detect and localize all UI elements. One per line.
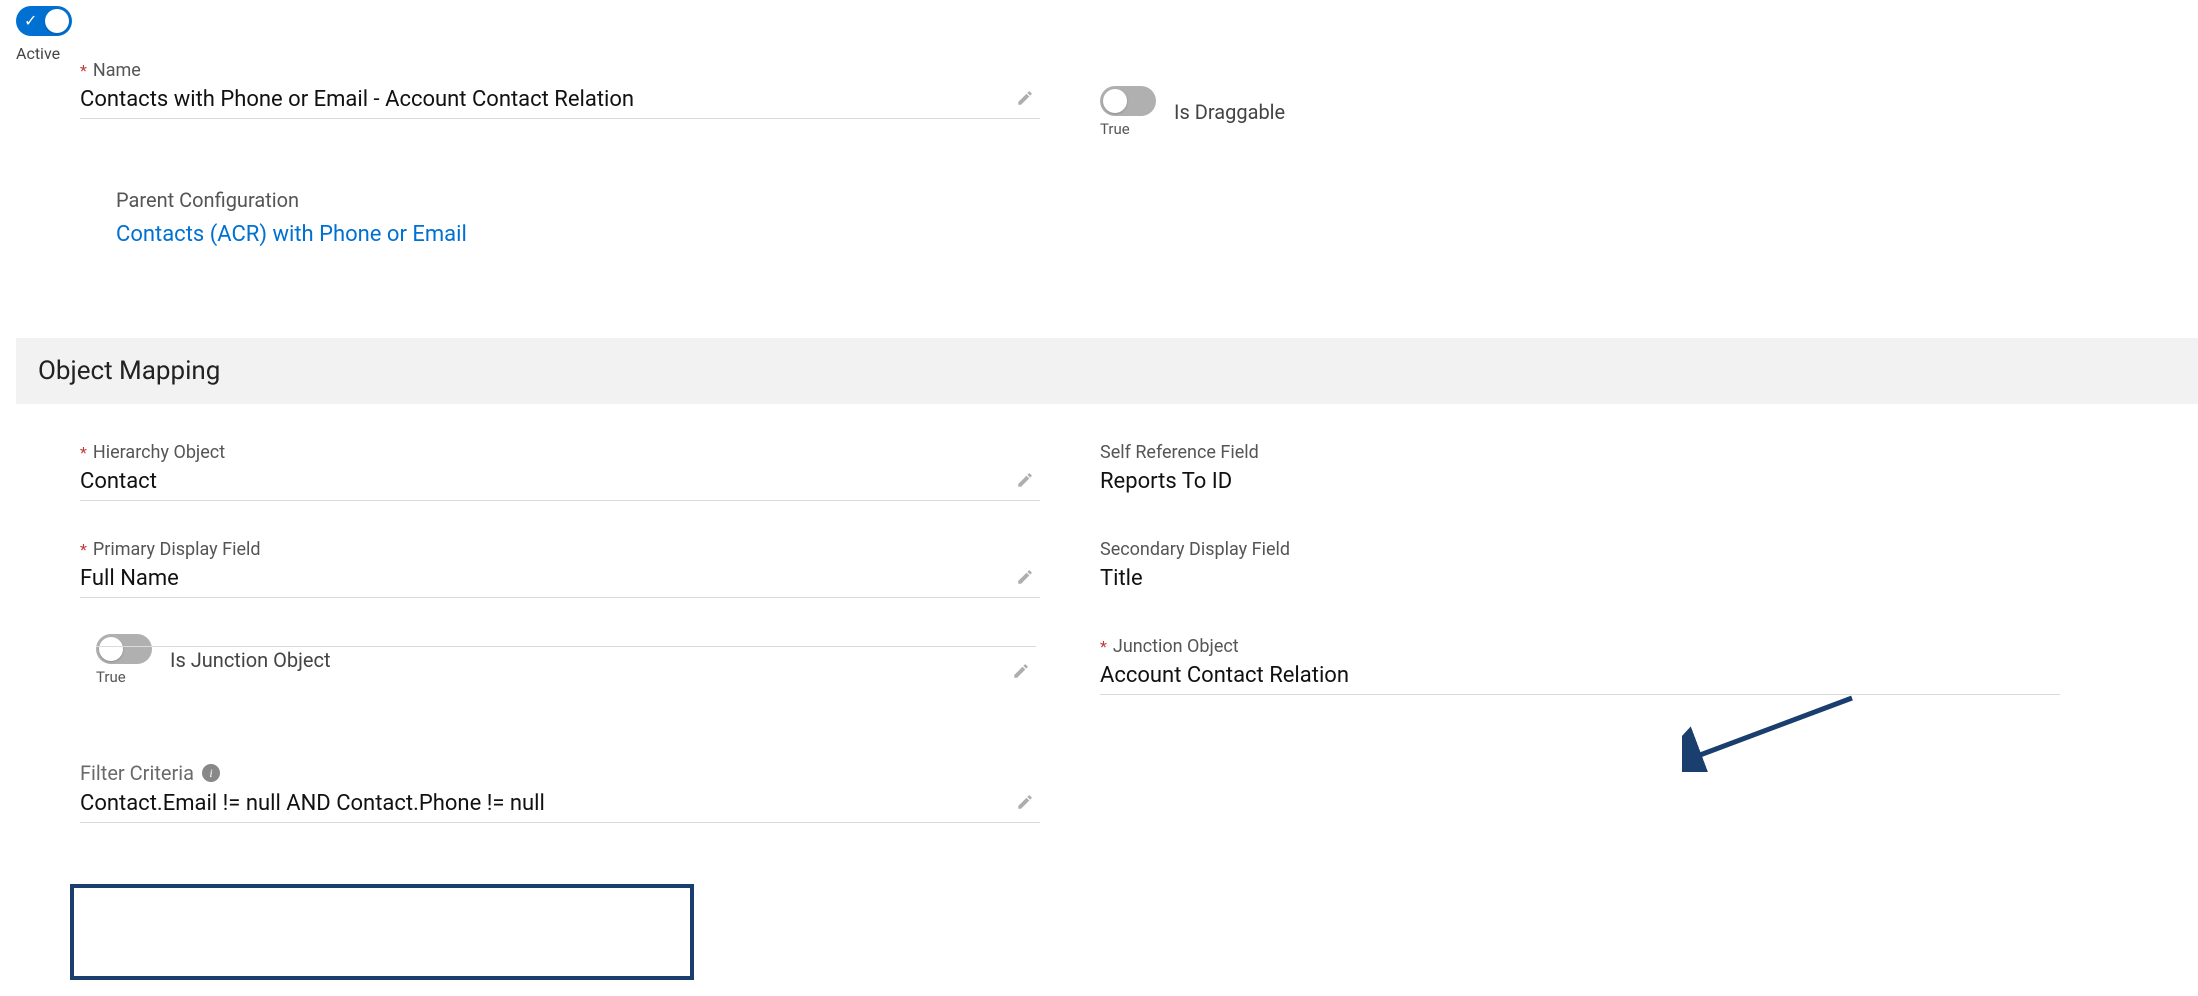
junction-object-label: * Junction Object bbox=[1100, 636, 2100, 657]
active-toggle-label: Active bbox=[16, 44, 72, 63]
primary-display-value[interactable]: Full Name bbox=[80, 566, 1040, 598]
is-junction-object-label: Is Junction Object bbox=[170, 648, 331, 672]
required-star-icon: * bbox=[80, 443, 87, 462]
filter-criteria-value-text: Contact.Email != null AND Contact.Phone … bbox=[80, 791, 545, 816]
self-reference-value: Reports To ID bbox=[1100, 469, 2100, 495]
junction-object-value[interactable]: Account Contact Relation bbox=[1100, 663, 2060, 695]
filter-criteria-label: Filter Criteria i bbox=[80, 761, 1040, 785]
name-label-text: Name bbox=[93, 60, 141, 81]
is-draggable-sub: True bbox=[1100, 120, 1130, 138]
is-draggable-toggle[interactable]: ✓ bbox=[1100, 86, 1156, 116]
is-draggable-label: Is Draggable bbox=[1174, 100, 1285, 124]
parent-config-label: Parent Configuration bbox=[116, 188, 2178, 212]
toggle-knob bbox=[45, 9, 69, 33]
parent-config-link[interactable]: Contacts (ACR) with Phone or Email bbox=[116, 222, 467, 247]
self-reference-label: Self Reference Field bbox=[1100, 442, 2100, 463]
pencil-icon[interactable] bbox=[1016, 568, 1034, 586]
filter-criteria-value[interactable]: Contact.Email != null AND Contact.Phone … bbox=[80, 791, 1040, 823]
name-value[interactable]: Contacts with Phone or Email - Account C… bbox=[80, 87, 1040, 119]
toggle-knob bbox=[1103, 89, 1127, 113]
required-star-icon: * bbox=[1100, 637, 1107, 656]
filter-criteria-label-text: Filter Criteria bbox=[80, 761, 194, 785]
annotation-highlight-box bbox=[70, 884, 694, 980]
required-star-icon: * bbox=[80, 540, 87, 559]
junction-object-label-text: Junction Object bbox=[1113, 636, 1239, 657]
pencil-icon[interactable] bbox=[1016, 793, 1034, 811]
name-label: * Name bbox=[80, 60, 1040, 81]
secondary-display-label: Secondary Display Field bbox=[1100, 539, 2100, 560]
object-mapping-header: Object Mapping bbox=[16, 338, 2198, 404]
hierarchy-object-value[interactable]: Contact bbox=[80, 469, 1040, 501]
primary-display-label-text: Primary Display Field bbox=[93, 539, 261, 560]
name-value-text: Contacts with Phone or Email - Account C… bbox=[80, 87, 634, 112]
pencil-icon[interactable] bbox=[1012, 662, 1030, 680]
pencil-icon[interactable] bbox=[1016, 89, 1034, 107]
hierarchy-object-value-text: Contact bbox=[80, 469, 157, 494]
required-star-icon: * bbox=[80, 61, 87, 80]
is-junction-object-toggle[interactable]: ✓ bbox=[96, 634, 152, 664]
pencil-icon[interactable] bbox=[1016, 471, 1034, 489]
check-icon: ✓ bbox=[24, 13, 37, 29]
hierarchy-object-label-text: Hierarchy Object bbox=[93, 442, 225, 463]
info-icon[interactable]: i bbox=[202, 764, 220, 782]
active-toggle[interactable]: ✓ bbox=[16, 6, 72, 36]
primary-display-value-text: Full Name bbox=[80, 566, 179, 591]
is-junction-object-sub: True bbox=[96, 668, 126, 686]
junction-object-value-text: Account Contact Relation bbox=[1100, 663, 1349, 688]
hierarchy-object-label: * Hierarchy Object bbox=[80, 442, 1040, 463]
primary-display-label: * Primary Display Field bbox=[80, 539, 1040, 560]
secondary-display-value: Title bbox=[1100, 566, 2100, 592]
